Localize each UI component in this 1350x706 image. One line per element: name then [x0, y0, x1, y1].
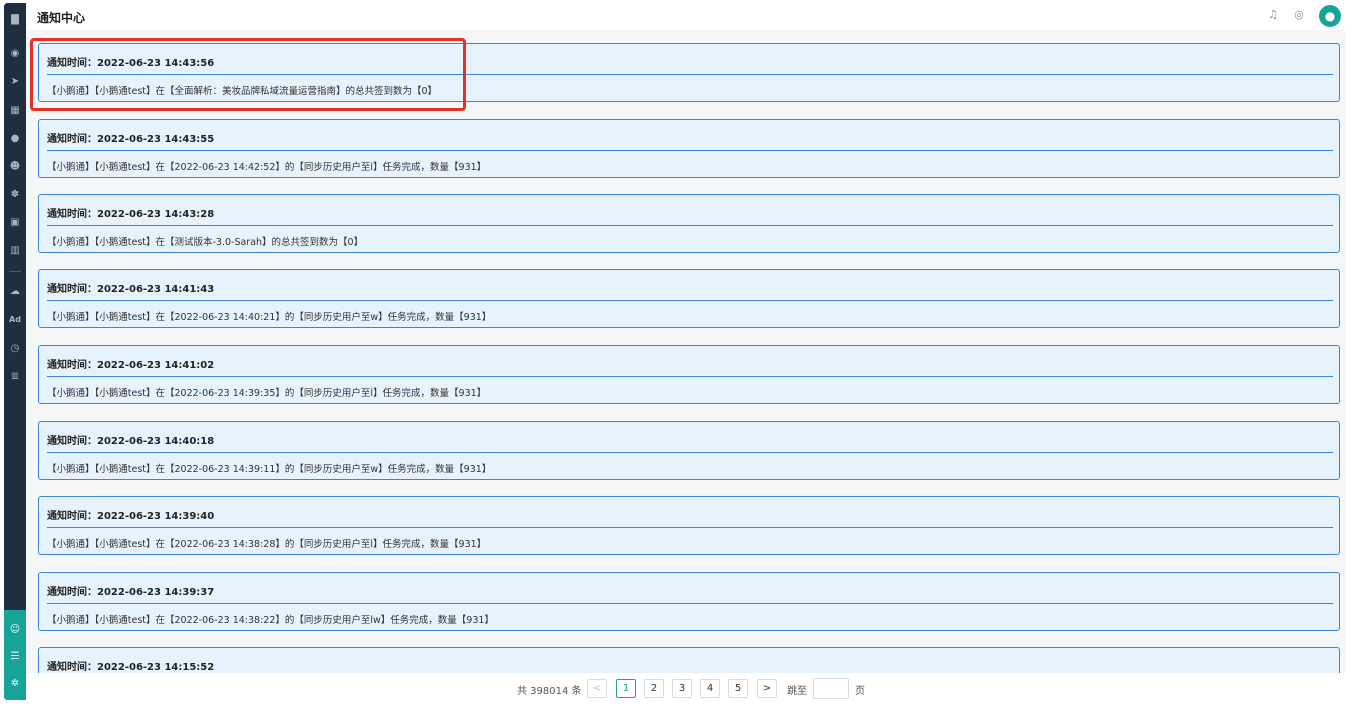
page-button-1[interactable]: 1	[616, 679, 636, 698]
document-icon[interactable]: ≣	[8, 370, 22, 384]
card-divider	[47, 452, 1333, 453]
notification-card: 通知时间：2022-06-23 14:41:43 【小鹅通】【小鹅通test】在…	[38, 269, 1340, 328]
sidebar-divider	[9, 271, 21, 272]
ad-icon[interactable]: Ad	[8, 313, 22, 327]
notification-message: 【小鹅通】【小鹅通test】在【2022-06-23 14:40:21】的【同步…	[47, 312, 492, 323]
settings-icon[interactable]: ✲	[8, 677, 22, 691]
card-divider	[47, 150, 1333, 151]
notification-message: 【小鹅通】【小鹅通test】在【2022-06-23 14:39:35】的【同步…	[47, 388, 487, 399]
notification-message: 【小鹅通】【小鹅通test】在【2022-06-23 14:38:22】的【同步…	[47, 615, 494, 626]
user-avatar-icon[interactable]: ●	[1319, 5, 1341, 27]
card-divider	[47, 225, 1333, 226]
notification-time: 通知时间：2022-06-23 14:39:40	[47, 511, 215, 522]
next-page-button[interactable]: >	[757, 679, 777, 698]
wechat-icon[interactable]: ☁	[8, 285, 22, 299]
notification-message: 【小鹅通】【小鹅通test】在【2022-06-23 14:39:11】的【同步…	[47, 464, 492, 475]
customer-service-icon[interactable]: ☺	[8, 623, 22, 637]
notification-card: 通知时间：2022-06-23 14:39:37 【小鹅通】【小鹅通test】在…	[38, 572, 1340, 631]
chart-icon[interactable]: ▥	[8, 244, 22, 258]
prev-page-button[interactable]: <	[587, 679, 607, 698]
dashboard-icon[interactable]: ◉	[8, 47, 22, 61]
group-icon[interactable]: ✽	[8, 188, 22, 202]
app-window: ▇ ◉ ➤ ▦ ● ☻ ✽ ▣ ▥ ☁ Ad ◷ ≣ ☺ ☰ ✲ 通知中心 ♫ …	[4, 3, 1346, 700]
table-icon[interactable]: ▦	[8, 104, 22, 118]
notification-time: 通知时间：2022-06-23 14:15:52	[47, 662, 215, 673]
chat-icon[interactable]: ◎	[1292, 8, 1306, 22]
main-area: 通知中心 ♫ ◎ ● 通知时间：2022-06-23 14:43:56 【小鹅通…	[26, 3, 1346, 700]
notification-card: 通知时间：2022-06-23 14:43:28 【小鹅通】【小鹅通test】在…	[38, 194, 1340, 253]
notification-card: 通知时间：2022-06-23 14:43:55 【小鹅通】【小鹅通test】在…	[38, 119, 1340, 178]
page-title: 通知中心	[37, 11, 86, 25]
notification-message: 【小鹅通】【小鹅通test】在【测试版本-3.0-Sarah】的总共签到数为【0…	[47, 237, 364, 248]
notification-list: 通知时间：2022-06-23 14:43:56 【小鹅通】【小鹅通test】在…	[26, 39, 1346, 673]
page-button-4[interactable]: 4	[700, 679, 720, 698]
card-divider	[47, 300, 1333, 301]
bookmark-icon[interactable]: ▣	[8, 216, 22, 230]
notification-time: 通知时间：2022-06-23 14:40:18	[47, 436, 215, 447]
notification-message: 【小鹅通】【小鹅通test】在【全面解析：美妆品牌私域流量运营指南】的总共签到数…	[47, 86, 438, 97]
notification-time: 通知时间：2022-06-23 14:39:37	[47, 587, 215, 598]
notification-time: 通知时间：2022-06-23 14:41:02	[47, 360, 215, 371]
menu-icon[interactable]: ☰	[8, 650, 22, 664]
notification-message: 【小鹅通】【小鹅通test】在【2022-06-23 14:42:52】的【同步…	[47, 162, 487, 173]
notification-time: 通知时间：2022-06-23 14:43:28	[47, 209, 215, 220]
logo-icon: ▇	[11, 14, 19, 25]
card-divider	[47, 376, 1333, 377]
notification-card: 通知时间：2022-06-23 14:15:52	[38, 647, 1340, 673]
page-button-5[interactable]: 5	[728, 679, 748, 698]
card-divider	[47, 74, 1333, 75]
top-bar: 通知中心 ♫ ◎ ●	[26, 3, 1346, 30]
pagination-total: 共 398014 条	[517, 686, 582, 697]
page-unit-label: 页	[855, 686, 865, 697]
notification-time: 通知时间：2022-06-23 14:43:55	[47, 134, 215, 145]
page-button-3[interactable]: 3	[672, 679, 692, 698]
users-icon[interactable]: ☻	[8, 160, 22, 174]
sidebar: ▇ ◉ ➤ ▦ ● ☻ ✽ ▣ ▥ ☁ Ad ◷ ≣ ☺ ☰ ✲	[4, 3, 26, 700]
pagination: 共 398014 条 < 1 2 3 4 5 > 跳至 页	[26, 673, 1346, 700]
notification-message: 【小鹅通】【小鹅通test】在【2022-06-23 14:38:28】的【同步…	[47, 539, 487, 550]
jump-page-input[interactable]	[813, 678, 849, 699]
jump-label: 跳至	[787, 686, 807, 697]
clock-icon[interactable]: ◷	[8, 342, 22, 356]
notification-time: 通知时间：2022-06-23 14:43:56	[47, 58, 215, 69]
page-button-2[interactable]: 2	[644, 679, 664, 698]
notification-card: 通知时间：2022-06-23 14:41:02 【小鹅通】【小鹅通test】在…	[38, 345, 1340, 404]
notification-card: 通知时间：2022-06-23 14:39:40 【小鹅通】【小鹅通test】在…	[38, 496, 1340, 555]
notification-card: 通知时间：2022-06-23 14:40:18 【小鹅通】【小鹅通test】在…	[38, 421, 1340, 480]
card-divider	[47, 527, 1333, 528]
user-icon[interactable]: ●	[8, 132, 22, 146]
notification-time: 通知时间：2022-06-23 14:41:43	[47, 284, 215, 295]
card-divider	[47, 603, 1333, 604]
send-icon[interactable]: ➤	[8, 75, 22, 89]
sidebar-bottom: ☺ ☰ ✲	[4, 610, 26, 700]
bell-icon[interactable]: ♫	[1266, 8, 1280, 22]
notification-card: 通知时间：2022-06-23 14:43:56 【小鹅通】【小鹅通test】在…	[38, 43, 1340, 102]
